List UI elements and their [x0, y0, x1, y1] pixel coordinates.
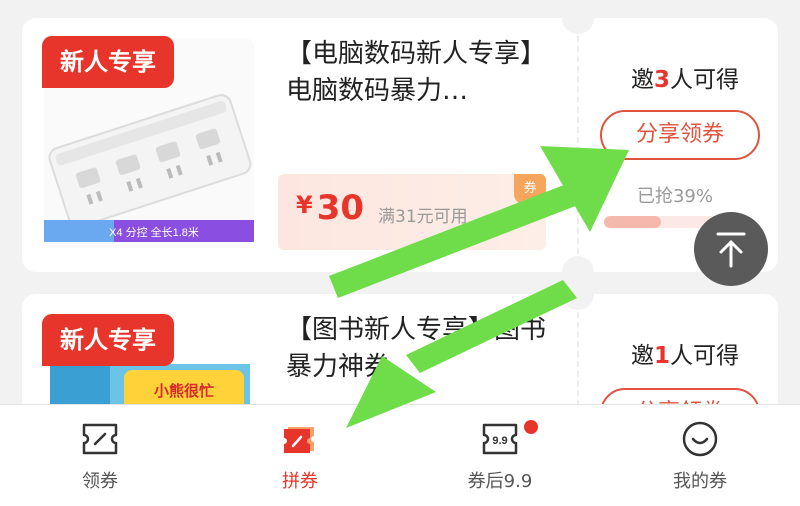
invite-suffix: 人可得	[670, 67, 739, 93]
invite-suffix: 人可得	[670, 343, 739, 369]
claimed-progress-fill	[604, 216, 661, 228]
coupon-card[interactable]: X4 分控 全长1.8米 新人专享 【电脑数码新人专享】电脑数码暴力… ¥30 …	[22, 18, 778, 272]
share-claim-button[interactable]: 分享领券	[600, 110, 760, 160]
coupon-condition: 满31元可用	[378, 207, 468, 227]
coupon-tag: 券	[514, 174, 546, 204]
tab-after-coupon-9-9[interactable]: 9.9 券后9.9	[400, 405, 600, 506]
coupon-title[interactable]: 【电脑数码新人专享】电脑数码暴力…	[286, 36, 556, 116]
tab-icon-text: 9.9	[492, 435, 507, 447]
currency-symbol: ¥	[296, 191, 313, 219]
invite-count: 3	[653, 67, 670, 93]
book-title-label: 小熊很忙	[154, 382, 214, 400]
smile-icon	[682, 421, 718, 457]
invite-requirement: 邀1人可得	[600, 336, 770, 370]
invite-requirement: 邀3人可得	[600, 60, 770, 94]
group-coupon-icon	[284, 427, 314, 453]
card-notch	[562, 18, 594, 34]
notification-dot	[524, 420, 538, 434]
new-user-badge: 新人专享	[42, 314, 174, 366]
tab-label: 券后9.9	[467, 471, 533, 492]
invite-count: 1	[653, 343, 670, 369]
card-divider	[577, 312, 579, 406]
tab-label: 拼券	[282, 471, 318, 492]
coupon-ticket-icon	[82, 423, 118, 455]
coupon-value-box: ¥30 满31元可用 券	[278, 174, 546, 250]
invite-prefix: 邀	[630, 67, 654, 93]
coupon-price: ¥30	[296, 188, 364, 228]
card-divider	[577, 36, 579, 254]
tab-label: 领券	[82, 471, 118, 492]
coupon-title[interactable]: 【图书新人专享】图书暴力神券	[286, 312, 556, 386]
coupon-amount: 30	[316, 188, 365, 228]
tab-my-coupons[interactable]: 我的券	[600, 405, 800, 506]
claimed-progress-text: 已抢39%	[636, 186, 713, 207]
after-coupon-9.9-icon: 9.9	[482, 423, 518, 455]
bottom-tab-bar: 领券 拼券 9.9 券后9.9 我的券	[0, 404, 800, 506]
new-user-badge: 新人专享	[42, 36, 174, 88]
tab-claim-coupons[interactable]: 领券	[0, 405, 200, 506]
arrow-up-icon	[716, 232, 746, 268]
card-notch	[562, 294, 594, 310]
back-to-top-button[interactable]	[694, 212, 768, 286]
product-spec-label: X4 分控 全长1.8米	[109, 225, 199, 239]
card-notch	[562, 256, 594, 272]
invite-prefix: 邀	[630, 343, 654, 369]
tab-label: 我的券	[673, 471, 727, 492]
tab-group-coupons[interactable]: 拼券	[200, 405, 400, 506]
